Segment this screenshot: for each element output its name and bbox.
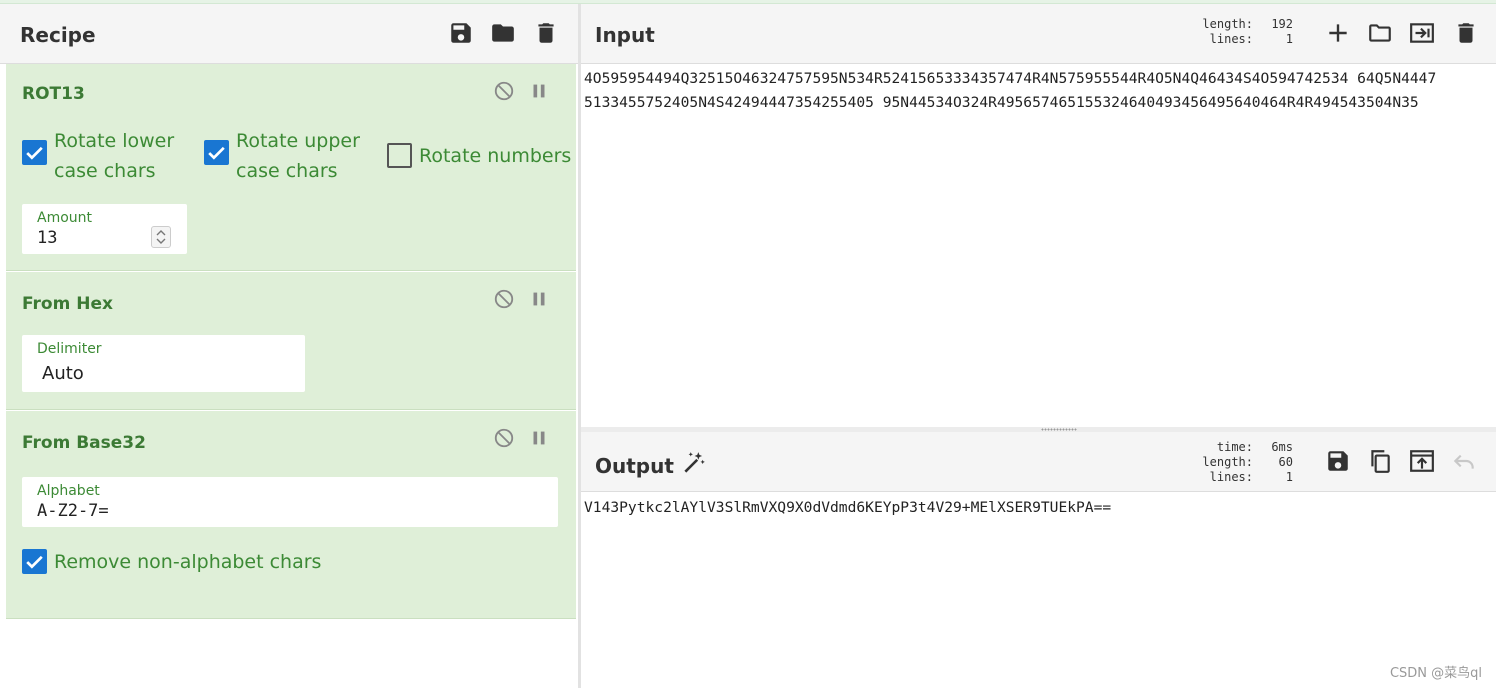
input-icon[interactable] — [1409, 20, 1435, 46]
output-header: Output time: 6ms length: 60 lines: 1 — [581, 432, 1496, 492]
delimiter-label: Delimiter — [37, 341, 102, 357]
alphabet-field[interactable]: Alphabet A-Z2-7= — [22, 477, 558, 527]
remove-non-alphabet-checkbox[interactable]: Remove non-alphabet chars — [22, 547, 342, 577]
input-lines-value: 1 — [1285, 32, 1293, 46]
load-recipe-folder-icon[interactable] — [490, 20, 516, 46]
rotate-upper-label: Rotate upper case chars — [236, 130, 360, 182]
magic-wand-icon[interactable] — [681, 450, 707, 476]
output-lines-value: 1 — [1285, 470, 1293, 484]
rotate-lower-checkbox[interactable]: Rotate lower case chars — [22, 126, 182, 186]
pause-icon[interactable] — [528, 80, 550, 102]
operation-title: ROT13 — [22, 84, 85, 104]
pause-icon[interactable] — [528, 288, 550, 310]
disable-icon[interactable] — [493, 288, 515, 310]
operation-from-base32: From Base32 Alphabet A-Z2-7= Remove non-… — [6, 411, 576, 619]
output-title: Output — [595, 454, 674, 478]
rotate-numbers-label: Rotate numbers — [419, 145, 572, 167]
delimiter-value[interactable]: Auto — [42, 363, 84, 384]
vertical-splitter[interactable] — [578, 4, 581, 688]
input-stats: length: 192 lines: 1 — [1193, 17, 1293, 47]
clear-recipe-trash-icon[interactable] — [533, 20, 559, 46]
input-line-2: 5133455752405N4S42494447354255405 95N445… — [584, 94, 1419, 111]
checkbox-checked-icon[interactable] — [22, 140, 47, 165]
save-recipe-icon[interactable] — [448, 20, 474, 46]
input-header: Input length: 192 lines: 1 — [581, 4, 1496, 64]
output-length-value: 60 — [1278, 455, 1293, 469]
input-lines-label: lines: — [1209, 32, 1253, 46]
recipe-title: Recipe — [20, 23, 96, 47]
rotate-upper-checkbox[interactable]: Rotate upper case chars — [204, 126, 364, 186]
rotate-numbers-checkbox[interactable]: Rotate numbers — [387, 141, 572, 171]
amount-field[interactable]: Amount 13 — [22, 204, 187, 254]
checkbox-checked-icon[interactable] — [22, 549, 47, 574]
replace-input-icon[interactable] — [1409, 448, 1435, 474]
splitter-grip-icon[interactable] — [1041, 428, 1077, 431]
operation-rot13: ROT13 Rotate lower case chars Rotate upp… — [6, 64, 576, 271]
input-length-value: 192 — [1271, 17, 1293, 31]
save-icon[interactable] — [1325, 448, 1351, 474]
operation-title: From Base32 — [22, 433, 146, 453]
watermark: CSDN @菜鸟ql — [1389, 666, 1482, 681]
amount-label: Amount — [37, 210, 93, 226]
operation-from-hex: From Hex Delimiter Auto — [6, 272, 576, 410]
recipe-panel: Recipe ROT13 Rotate lower case chars Rot… — [0, 4, 578, 688]
input-textarea[interactable]: 4O595954494Q32515O46324757595N534R524156… — [584, 67, 1496, 115]
output-length-label: length: — [1202, 455, 1253, 469]
input-length-label: length: — [1202, 17, 1253, 31]
disable-icon[interactable] — [493, 427, 515, 449]
alphabet-value[interactable]: A-Z2-7= — [37, 501, 109, 521]
folder-icon[interactable] — [1367, 20, 1393, 46]
amount-value[interactable]: 13 — [37, 228, 57, 248]
trash-icon[interactable] — [1453, 20, 1479, 46]
output-time-label: time: — [1216, 440, 1253, 454]
output-lines-label: lines: — [1209, 470, 1253, 484]
amount-spinner-icon[interactable] — [151, 226, 171, 248]
checkbox-unchecked-icon[interactable] — [387, 143, 412, 168]
checkbox-checked-icon[interactable] — [204, 140, 229, 165]
alphabet-label: Alphabet — [37, 483, 100, 499]
output-text[interactable]: V143Pytkc2lAYlV3SlRmVXQ9X0dVdmd6KEYpP3t4… — [584, 496, 1496, 522]
input-line-1: 4O595954494Q32515O46324757595N534R524156… — [584, 70, 1437, 87]
rotate-lower-label: Rotate lower case chars — [54, 130, 175, 182]
recipe-header: Recipe — [0, 4, 578, 64]
remove-non-alphabet-label: Remove non-alphabet chars — [54, 551, 322, 573]
disable-icon[interactable] — [493, 80, 515, 102]
output-time-value: 6ms — [1271, 440, 1293, 454]
input-title: Input — [595, 23, 655, 47]
operation-title: From Hex — [22, 294, 113, 314]
copy-icon[interactable] — [1367, 448, 1393, 474]
delimiter-field[interactable]: Delimiter Auto — [22, 335, 305, 392]
undo-icon[interactable] — [1451, 448, 1477, 474]
pause-icon[interactable] — [528, 427, 550, 449]
output-stats: time: 6ms length: 60 lines: 1 — [1193, 440, 1293, 485]
plus-icon[interactable] — [1325, 20, 1351, 46]
